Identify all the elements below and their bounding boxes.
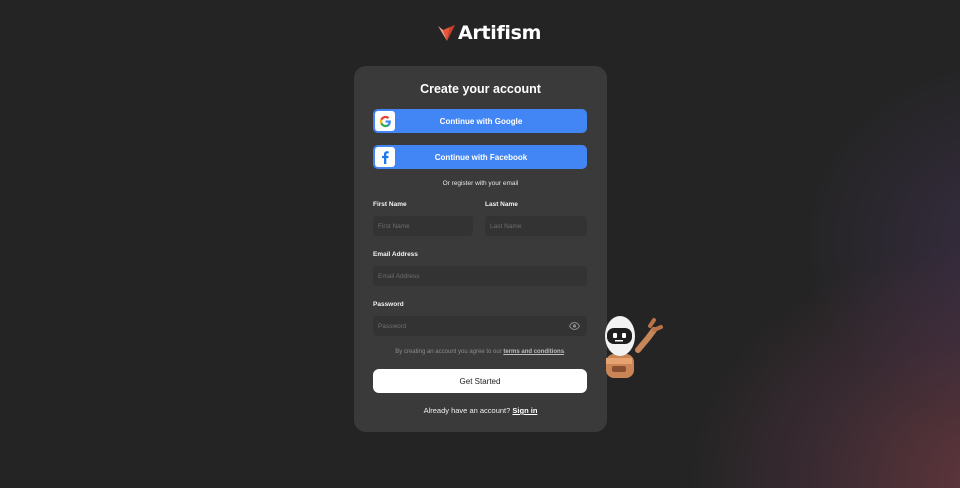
- robot-mascot: [605, 316, 663, 378]
- last-name-label: Last Name: [485, 201, 518, 208]
- signin-prefix: Already have an account?: [423, 406, 511, 415]
- page-title: Create your account: [420, 82, 541, 96]
- continue-with-google-button[interactable]: Continue with Google: [373, 109, 587, 133]
- get-started-button[interactable]: Get Started: [373, 369, 587, 393]
- brand-logo[interactable]: Artifism: [438, 22, 541, 44]
- continue-with-facebook-button[interactable]: Continue with Facebook: [373, 145, 587, 169]
- terms-suffix: .: [564, 349, 566, 355]
- first-name-label: First Name: [373, 201, 407, 208]
- password-label: Password: [373, 301, 404, 308]
- google-icon: [375, 111, 395, 131]
- email-input[interactable]: [373, 266, 587, 286]
- signup-card: Create your account Continue with Google…: [354, 66, 607, 432]
- or-register-text: Or register with your email: [442, 180, 519, 187]
- password-input[interactable]: [373, 316, 587, 336]
- signin-link[interactable]: Sign in: [512, 406, 537, 415]
- google-button-label: Continue with Google: [439, 116, 523, 126]
- facebook-icon: [375, 147, 395, 167]
- last-name-input[interactable]: [485, 216, 587, 236]
- signin-prompt: Already have an account? Sign in: [354, 406, 607, 415]
- terms-text: By creating an account you agree to our …: [354, 349, 607, 355]
- logo-icon: [438, 25, 455, 41]
- facebook-button-label: Continue with Facebook: [434, 152, 528, 162]
- first-name-input[interactable]: [373, 216, 473, 236]
- email-label: Email Address: [373, 251, 418, 258]
- eye-icon[interactable]: [569, 322, 580, 330]
- brand-name: Artifism: [458, 22, 542, 44]
- terms-prefix: By creating an account you agree to our: [395, 349, 502, 355]
- terms-link[interactable]: terms and conditions: [503, 349, 564, 355]
